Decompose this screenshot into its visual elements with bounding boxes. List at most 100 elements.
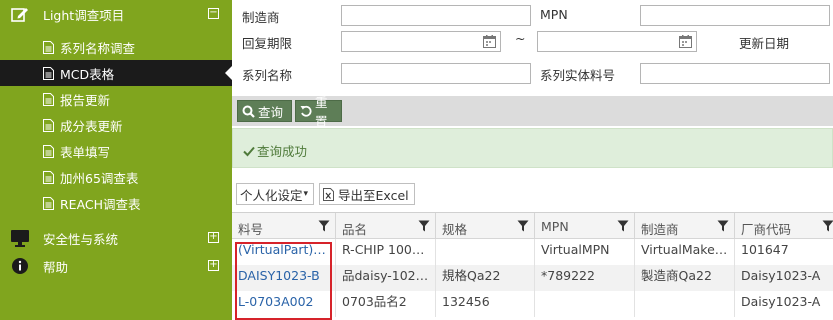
- table-row[interactable]: L-0703A002 0703品名2 132456 Daisy1023-A: [232, 291, 833, 317]
- sidebar-item-series-name-survey[interactable]: 系列名称调查: [0, 34, 232, 60]
- table-row[interactable]: DAISY1023-B 品daisy-102… 規格Qa22 *789222 製…: [232, 265, 833, 291]
- table-cell: *789222: [535, 265, 635, 291]
- update-date-label: 更新日期: [739, 36, 790, 51]
- column-header-mpn[interactable]: MPN: [535, 213, 635, 239]
- column-header-vendor-code[interactable]: 厂商代码: [735, 213, 833, 239]
- series-name-label: 系列名称: [242, 68, 293, 83]
- reply-deadline-start-input[interactable]: [341, 31, 501, 52]
- table-cell: [436, 239, 535, 265]
- column-header-label: 品名: [342, 222, 368, 237]
- calendar-icon[interactable]: [679, 35, 692, 48]
- table-cell: [635, 291, 735, 317]
- personalize-label: 个人化设定: [240, 187, 303, 203]
- table-cell: [535, 291, 635, 317]
- reset-button-label: 重置: [315, 95, 328, 129]
- filter-icon[interactable]: [318, 220, 330, 232]
- table-cell: 0703品名2: [336, 291, 436, 317]
- sidebar: Light调查项目 − 系列名称调查 MCD表格 报告更新 成分表更新 表单填写…: [0, 0, 232, 320]
- undo-icon: [300, 105, 312, 117]
- column-header-part-number[interactable]: 料号: [232, 213, 336, 239]
- sidebar-item-report-update[interactable]: 报告更新: [0, 86, 232, 112]
- column-header-label: 厂商代码: [741, 222, 792, 237]
- sidebar-item-reach-survey[interactable]: REACH调查表: [0, 190, 232, 216]
- filter-icon[interactable]: [822, 220, 833, 232]
- reply-deadline-end-input[interactable]: [537, 31, 697, 52]
- mpn-label: MPN: [540, 7, 568, 22]
- sidebar-item-form-fill[interactable]: 表单填写: [0, 138, 232, 164]
- filter-icon[interactable]: [717, 220, 729, 232]
- document-icon: [43, 41, 54, 54]
- reset-button[interactable]: 重置: [295, 95, 342, 129]
- table-cell: 101647: [741, 242, 789, 257]
- query-button-label: 查询: [258, 104, 284, 120]
- filter-icon[interactable]: [418, 220, 430, 232]
- mpn-input[interactable]: [640, 5, 830, 26]
- sidebar-item-composition-update[interactable]: 成分表更新: [0, 112, 232, 138]
- table-cell: 規格Qa22: [436, 265, 535, 291]
- reply-deadline-label: 回复期限: [242, 36, 293, 51]
- document-icon: [43, 67, 54, 80]
- table-cell: VirtualMaker…: [635, 239, 735, 265]
- collapse-icon[interactable]: −: [208, 8, 219, 19]
- sidebar-group-security-system[interactable]: 安全性与系统 +: [0, 224, 232, 252]
- filter-icon[interactable]: [517, 220, 529, 232]
- caret-down-icon: ▾: [303, 189, 309, 199]
- success-message: 查询成功: [257, 144, 308, 159]
- sidebar-item-mcd-table[interactable]: MCD表格: [0, 60, 232, 86]
- column-header-spec[interactable]: 规格: [436, 213, 535, 239]
- excel-icon: [323, 187, 334, 201]
- sidebar-item-label: 加州65调查表: [60, 170, 139, 186]
- table-cell: 品daisy-102…: [336, 265, 436, 291]
- filter-icon[interactable]: [617, 220, 629, 232]
- part-number-link[interactable]: L-0703A002: [232, 291, 336, 317]
- expand-icon[interactable]: +: [208, 260, 219, 271]
- sidebar-item-label: MCD表格: [60, 66, 115, 82]
- part-number-link[interactable]: DAISY1023-B: [232, 265, 336, 291]
- table-cell: Daisy1023-A: [741, 294, 821, 309]
- query-button[interactable]: 查询: [237, 100, 292, 122]
- table-cell: VirtualMPN: [535, 239, 635, 265]
- column-header-product-name[interactable]: 品名: [336, 213, 436, 239]
- success-alert: 查询成功: [232, 128, 833, 168]
- table-cell: R-CHIP 100…: [336, 239, 436, 265]
- sidebar-group-help[interactable]: 帮助 +: [0, 252, 232, 280]
- column-header-label: 制造商: [641, 222, 679, 237]
- sidebar-item-label: 表单填写: [60, 144, 111, 160]
- column-header-label: MPN: [541, 219, 569, 234]
- sidebar-group-label: 帮助: [43, 259, 69, 275]
- personalize-dropdown[interactable]: 个人化设定 ▾: [236, 183, 314, 205]
- series-part-label: 系列实体料号: [540, 68, 616, 83]
- sidebar-group-label: 安全性与系统: [43, 231, 119, 247]
- column-header-label: 规格: [442, 222, 468, 237]
- part-number-link[interactable]: (VirtualPart)…: [232, 239, 336, 265]
- expand-icon[interactable]: +: [208, 232, 219, 243]
- column-header-manufacturer[interactable]: 制造商: [635, 213, 735, 239]
- edit-icon: [10, 5, 30, 23]
- document-icon: [43, 171, 54, 184]
- table-row[interactable]: (VirtualPart)… R-CHIP 100… VirtualMPN Vi…: [232, 239, 833, 265]
- manufacturer-input[interactable]: [341, 5, 531, 26]
- series-part-input[interactable]: [640, 63, 830, 84]
- date-range-separator: ~: [515, 31, 526, 46]
- series-name-input[interactable]: [341, 63, 531, 84]
- main-content: 制造商 MPN 回复期限 ~ 更新日期 系列名称 系列实体料号 查询 重置 查询…: [232, 0, 833, 320]
- table-cell: Daisy1023-A: [741, 268, 821, 283]
- sidebar-item-prop65-survey[interactable]: 加州65调查表: [0, 164, 232, 190]
- table-cell: 製造商Qa22: [635, 265, 735, 291]
- sidebar-group-light-survey[interactable]: Light调查项目 −: [0, 0, 232, 28]
- document-icon: [43, 93, 54, 106]
- sidebar-item-label: 成分表更新: [60, 118, 123, 134]
- sidebar-group-label: Light调查项目: [43, 7, 125, 23]
- calendar-icon[interactable]: [483, 35, 496, 48]
- document-icon: [43, 145, 54, 158]
- document-icon: [43, 197, 54, 210]
- check-icon: [243, 145, 255, 157]
- table-cell: 132456: [436, 291, 535, 317]
- export-excel-button[interactable]: 导出至Excel: [319, 183, 415, 205]
- column-header-label: 料号: [238, 222, 264, 237]
- sidebar-item-label: REACH调查表: [60, 196, 141, 212]
- document-icon: [43, 119, 54, 132]
- sidebar-item-label: 系列名称调查: [60, 40, 136, 56]
- info-icon: [10, 257, 30, 275]
- search-icon: [242, 105, 255, 118]
